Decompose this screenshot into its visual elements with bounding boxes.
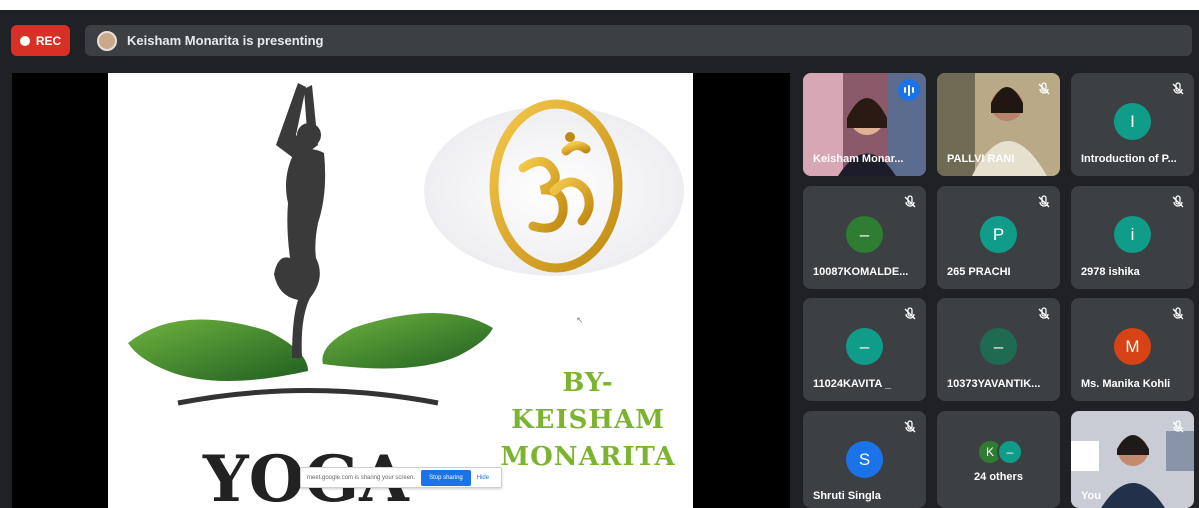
mic-off-icon (904, 420, 916, 433)
participant-name: Ms. Manika Kohli (1081, 378, 1171, 390)
participant-tile-pallvi[interactable]: PALLVI RANI (937, 73, 1060, 176)
mic-off-icon (1038, 195, 1050, 208)
avatar: – (846, 328, 883, 365)
speaking-indicator-icon (898, 79, 920, 101)
hide-banner-button[interactable]: Hide (477, 475, 489, 481)
participant-name: 11024KAVITA _ (813, 378, 892, 390)
mic-off-icon (1172, 195, 1184, 208)
others-avatars: K – (977, 439, 1027, 465)
presenter-avatar (97, 30, 117, 51)
participant-name: 265 PRACHI (947, 266, 1011, 278)
avatar: I (1114, 103, 1151, 140)
presenter-text: Keisham Monarita is presenting (127, 33, 324, 48)
avatar: P (980, 216, 1017, 253)
others-count: 24 others (974, 471, 1023, 483)
participant-tile-yavantik[interactable]: – 10373YAVANTIK... (937, 298, 1060, 401)
record-dot-icon (19, 35, 30, 46)
participant-name: Shruti Singla (813, 490, 881, 502)
byline-3: MONARITA (500, 442, 676, 472)
participant-name: 10373YAVANTIK... (947, 378, 1041, 390)
participant-tile-komalde[interactable]: – 10087KOMALDE... (803, 186, 926, 289)
meet-window: REC Keisham Monarita is presenting ↖ BY-… (0, 0, 1199, 508)
left-leaf (128, 319, 308, 381)
byline-2: KEISHAM (511, 405, 665, 435)
top-edge (0, 0, 1199, 10)
participant-name: Introduction of P... (1081, 153, 1177, 165)
stop-sharing-button[interactable]: Stop sharing (421, 469, 471, 486)
mic-off-icon (1038, 82, 1050, 95)
participant-tile-shruti[interactable]: S Shruti Singla (803, 411, 926, 508)
participant-name: 10087KOMALDE... (813, 266, 909, 278)
avatar: M (1114, 328, 1151, 365)
right-leaf (322, 313, 493, 369)
participant-tile-kavita[interactable]: – 11024KAVITA _ (803, 298, 926, 401)
participant-tile-keisham[interactable]: Keisham Monar... (803, 73, 926, 176)
swash-line (177, 388, 439, 406)
participant-tile-manika[interactable]: M Ms. Manika Kohli (1071, 298, 1194, 401)
mic-off-icon (904, 307, 916, 320)
recording-label: REC (35, 33, 62, 48)
participant-tile-introduction[interactable]: I Introduction of P... (1071, 73, 1194, 176)
participant-name: 2978 ishika (1081, 266, 1140, 278)
shared-slide: YOGA ↖ BY- KEISHAM MONARITA (108, 73, 693, 508)
mic-off-icon (1172, 82, 1184, 95)
avatar: i (1114, 216, 1151, 253)
mic-off-icon (1172, 307, 1184, 320)
mic-off-icon (904, 195, 916, 208)
self-tile[interactable]: You (1071, 411, 1194, 508)
participant-tile-ishika[interactable]: i 2978 ishika (1071, 186, 1194, 289)
yoga-figure (274, 83, 326, 358)
mic-off-icon (1038, 307, 1050, 320)
others-tile[interactable]: K – 24 others (937, 411, 1060, 508)
self-label: You (1081, 490, 1101, 502)
share-message: meet.google.com is sharing your screen. (307, 474, 416, 481)
participant-tile-prachi[interactable]: P 265 PRACHI (937, 186, 1060, 289)
presenter-bar: Keisham Monarita is presenting (85, 25, 1192, 56)
cursor-icon: ↖ (576, 315, 584, 325)
mic-off-icon (1172, 420, 1184, 433)
participant-name: PALLVI RANI (947, 153, 1015, 165)
avatar: – (846, 216, 883, 253)
avatar: – (997, 439, 1023, 465)
om-dot (565, 132, 575, 142)
screen-share-banner: meet.google.com is sharing your screen. … (300, 467, 502, 488)
avatar: – (980, 328, 1017, 365)
avatar: S (846, 441, 883, 478)
participant-name: Keisham Monar... (813, 153, 904, 165)
byline-1: BY- (562, 368, 614, 398)
recording-badge[interactable]: REC (11, 25, 70, 56)
byline: BY- KEISHAM MONARITA (478, 365, 693, 476)
